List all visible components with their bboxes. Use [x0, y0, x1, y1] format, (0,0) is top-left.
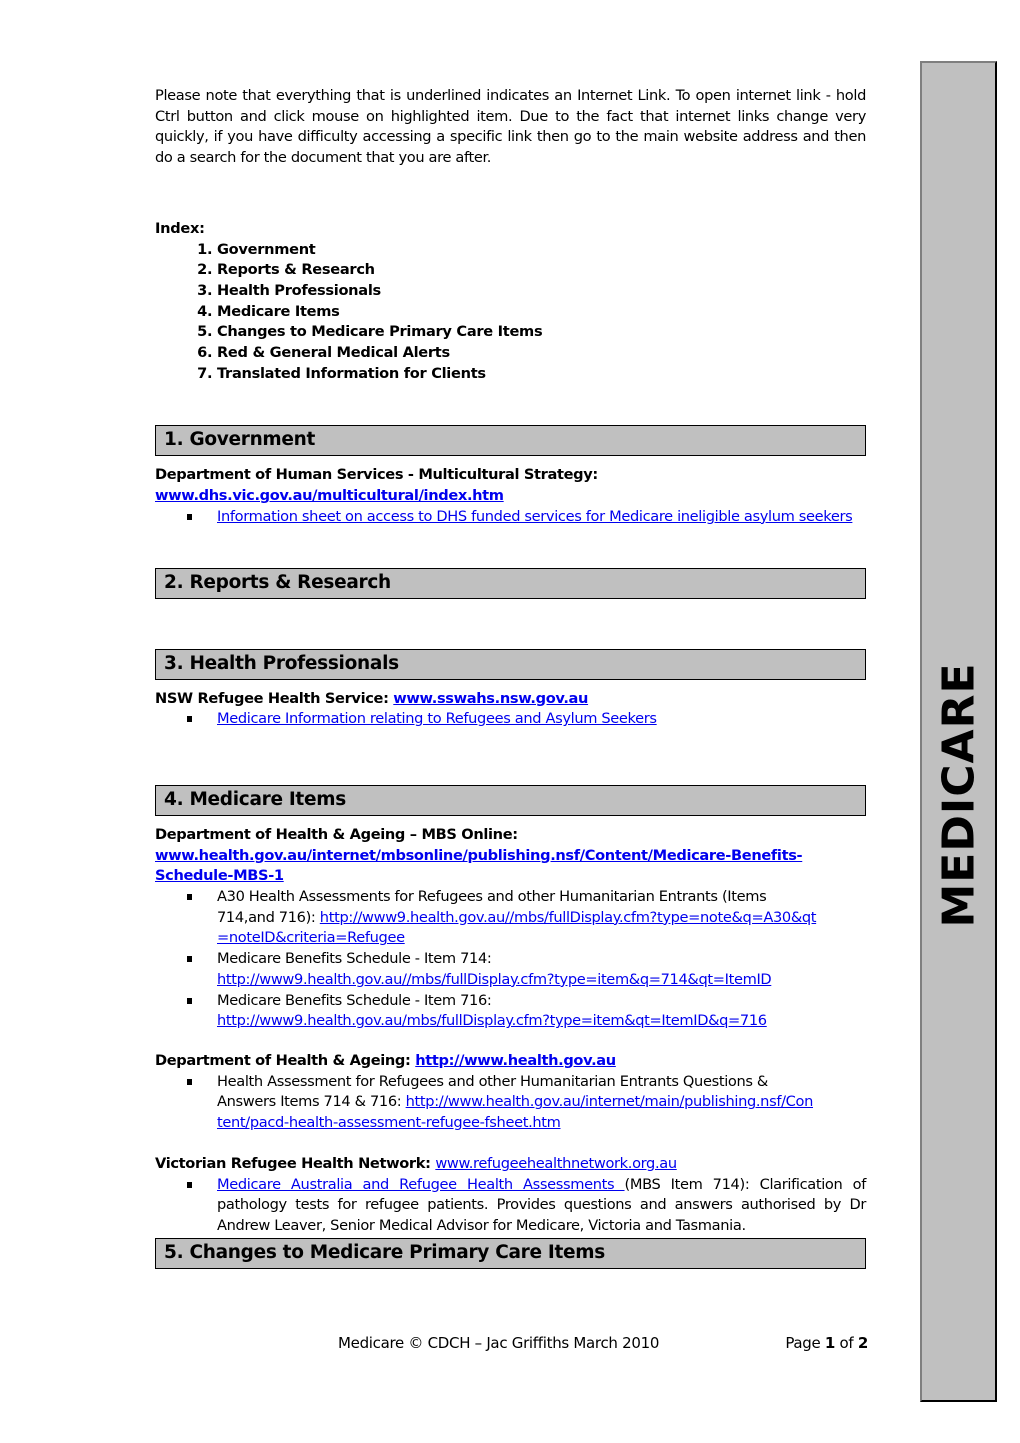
list-item: Medicare Benefits Schedule - Item 714: h… [187, 949, 817, 990]
source-label: NSW Refugee Health Service: [155, 689, 394, 707]
footer-copyright: Medicare © CDCH – Jac Griffiths March 20… [338, 1334, 660, 1352]
intro-note: Please note that everything that is unde… [155, 87, 866, 167]
item-link[interactable]: Medicare Information relating to Refugee… [217, 710, 657, 727]
sidebar-tab: MEDICARE [920, 61, 997, 1402]
list-item: Medicare Australia and Refugee Health As… [187, 1175, 866, 1237]
health-professionals-items: Medicare Information relating to Refugee… [155, 709, 866, 730]
section-header-government: 1. Government [155, 425, 866, 457]
index-item: Red & General Medical Alerts [217, 343, 866, 364]
page-footer: Medicare © CDCH – Jac Griffiths March 20… [338, 1334, 868, 1352]
index-item: Government [217, 240, 866, 261]
source-line: Victorian Refugee Health Network: www.re… [155, 1154, 866, 1175]
mbs-items: A30 Health Assessments for Refugees and … [155, 887, 817, 1032]
item-link[interactable]: http://www9.health.gov.au//mbs/fullDispl… [217, 971, 772, 988]
page-number: Page 1 of 2 [785, 1334, 868, 1352]
index-item: Health Professionals [217, 281, 866, 302]
vrhn-items: Medicare Australia and Refugee Health As… [155, 1175, 866, 1237]
source-label: Victorian Refugee Health Network: [155, 1154, 436, 1172]
index-item: Changes to Medicare Primary Care Items [217, 322, 866, 343]
item-link[interactable]: http://www9.health.gov.au/mbs/fullDispla… [217, 1012, 767, 1029]
source-line: Department of Health & Ageing: http://ww… [155, 1051, 866, 1072]
source-line: NSW Refugee Health Service: www.sswahs.n… [155, 689, 866, 710]
source-link[interactable]: www.refugeehealthnetwork.org.au [435, 1155, 677, 1172]
index-title: Index: [155, 219, 205, 237]
index-item: Translated Information for Clients [217, 364, 866, 385]
source-label: Department of Human Services - Multicult… [155, 466, 598, 484]
section-header-reports: 2. Reports & Research [155, 567, 866, 599]
source-link[interactable]: http://www.health.gov.au [415, 1052, 616, 1069]
sidebar-label: MEDICARE [933, 662, 984, 928]
document-page: Please note that everything that is unde… [155, 86, 866, 1269]
list-item: Medicare Benefits Schedule - Item 716: h… [187, 991, 817, 1032]
government-items: Information sheet on access to DHS funde… [155, 507, 866, 528]
source-link[interactable]: www.sswahs.nsw.gov.au [393, 690, 588, 707]
list-item: Medicare Information relating to Refugee… [187, 709, 866, 730]
source-label: Department of Health & Ageing: [155, 1051, 416, 1069]
doha-items: Health Assessment for Refugees and other… [155, 1072, 817, 1134]
section-header-medicare-items: 4. Medicare Items [155, 784, 866, 816]
source-label: Department of Health & Ageing – MBS Onli… [155, 825, 518, 843]
list-item: Health Assessment for Refugees and other… [187, 1072, 817, 1134]
item-link[interactable]: Medicare Australia and Refugee Health As… [217, 1176, 625, 1193]
index-item: Medicare Items [217, 302, 866, 323]
section-header-health-professionals: 3. Health Professionals [155, 648, 866, 680]
section-header-changes: 5. Changes to Medicare Primary Care Item… [155, 1237, 866, 1269]
index-item: Reports & Research [217, 260, 866, 281]
index-list: Government Reports & Research Health Pro… [155, 240, 866, 385]
list-item: A30 Health Assessments for Refugees and … [187, 887, 817, 949]
list-item: Information sheet on access to DHS funde… [187, 507, 866, 528]
item-link[interactable]: Information sheet on access to DHS funde… [217, 508, 853, 525]
source-link[interactable]: www.health.gov.au/internet/mbsonline/pub… [155, 847, 803, 885]
source-link[interactable]: www.dhs.vic.gov.au/multicultural/index.h… [155, 487, 504, 504]
